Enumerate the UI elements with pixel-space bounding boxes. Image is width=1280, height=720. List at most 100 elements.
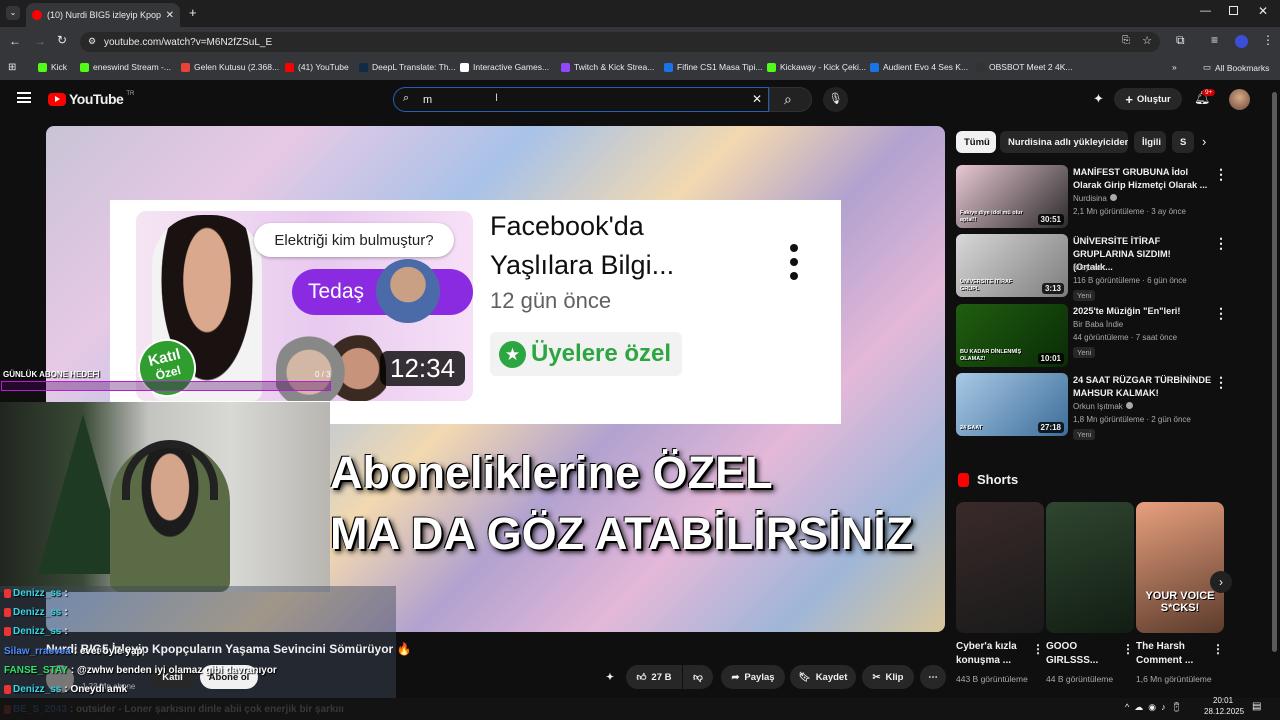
related-channel[interactable]: Bir Baba İndie: [1073, 320, 1123, 329]
bookmark-item[interactable]: (41) YouTube: [285, 62, 349, 72]
microphone-icon: 🎙︎: [828, 93, 843, 105]
chat-username[interactable]: Denizz_ss: [13, 607, 61, 618]
site-info-icon[interactable]: ⚙: [88, 36, 96, 47]
short-more-icon[interactable]: ⋮: [1212, 642, 1224, 656]
extensions-icon[interactable]: ⧉: [1176, 33, 1185, 48]
chat-username[interactable]: Denizz_ss: [13, 588, 61, 599]
voice-search-button[interactable]: 🎙︎: [823, 87, 848, 112]
chat-username[interactable]: FANSE_STAY: [4, 665, 68, 676]
bookmark-item[interactable]: Fifine CS1 Masa Tipi...: [664, 62, 763, 72]
related-title[interactable]: MANİFEST GRUBUNA İdol Olarak Girip Hizme…: [1073, 166, 1213, 192]
chat-username[interactable]: Silaw_rraevea: [4, 646, 71, 657]
maximize-icon[interactable]: [1229, 6, 1238, 15]
bookmark-item[interactable]: eneswind Stream -...: [80, 62, 171, 72]
hamburger-menu-icon[interactable]: [17, 92, 31, 103]
menu-icon[interactable]: ⋮: [1262, 33, 1274, 47]
create-label: Oluştur: [1136, 93, 1171, 105]
chips-next-icon[interactable]: ›: [1202, 134, 1206, 149]
bookmark-star-icon[interactable]: ☆: [1142, 34, 1152, 47]
short-thumbnail[interactable]: [956, 502, 1044, 633]
card-more-icon[interactable]: [788, 244, 800, 280]
dislike-button[interactable]: 👎︎: [683, 665, 713, 689]
short-thumbnail[interactable]: [1046, 502, 1134, 633]
bookmark-item[interactable]: Twitch & Kick Strea...: [561, 62, 654, 72]
share-button[interactable]: ➦ Paylaş: [721, 665, 785, 689]
all-bookmarks-button[interactable]: ▭ All Bookmarks: [1203, 62, 1269, 73]
create-icon[interactable]: ✦: [1093, 91, 1104, 107]
bookmark-item[interactable]: Audient Evo 4 Ses K...: [870, 62, 968, 72]
install-icon[interactable]: ⎘: [1122, 35, 1130, 46]
filter-chip[interactable]: Tümü: [956, 131, 996, 153]
close-tab-icon[interactable]: ✕: [166, 10, 174, 21]
related-more-icon[interactable]: ⋮: [1214, 374, 1228, 391]
related-thumbnail[interactable]: Fakiye diye idol mü olur aptal!! 30:51: [956, 165, 1068, 228]
avatar[interactable]: [1229, 89, 1250, 110]
filter-chip[interactable]: İlgili: [1134, 131, 1166, 153]
short-more-icon[interactable]: ⋮: [1032, 642, 1044, 656]
channel-name: Nurdisina: [1073, 194, 1107, 203]
filter-chip[interactable]: Nurdisina adlı yükleyiciden: [1000, 131, 1128, 153]
short-thumbnail[interactable]: YOUR VOICE S*CKS!: [1136, 502, 1224, 633]
minimize-icon[interactable]: —: [1200, 5, 1211, 17]
bookmark-item[interactable]: Gelen Kutusu (2.368...: [181, 62, 279, 72]
speech-bubble: Elektriği kim bulmuştur?: [254, 223, 454, 257]
short-more-icon[interactable]: ⋮: [1122, 642, 1134, 656]
card-thumbnail: Elektriği kim bulmuştur? Tedaş Katıl Öze…: [131, 211, 473, 404]
apps-icon[interactable]: ⊞: [8, 62, 16, 73]
card-title-2: Yaşlılara Bilgi...: [490, 250, 675, 280]
bookmark-item[interactable]: DeepL Translate: Th...: [359, 62, 456, 72]
members-only-text: Üyelere özel: [531, 340, 672, 367]
profile-icon[interactable]: [1235, 35, 1248, 48]
page-scrollbar[interactable]: [1272, 92, 1277, 652]
reload-icon[interactable]: ↻: [57, 33, 67, 47]
back-icon[interactable]: ←: [9, 34, 21, 48]
video-duration: 30:51: [1037, 214, 1064, 225]
chat-username[interactable]: Denizz_ss: [13, 684, 61, 695]
filter-chip[interactable]: S: [1172, 131, 1194, 153]
clip-button[interactable]: ✂ Klip: [862, 665, 914, 689]
more-actions-button[interactable]: ⋯: [920, 665, 946, 689]
related-thumbnail[interactable]: ÜNİVERSİTE İTİRAF GRUPL 3:13: [956, 234, 1068, 297]
youtube-logo[interactable]: YouTube TR: [48, 91, 134, 107]
related-more-icon[interactable]: ⋮: [1214, 235, 1228, 252]
related-title[interactable]: 24 SAAT RÜZGAR TÜRBİNİNDE MAHSUR KALMAK!: [1073, 374, 1213, 400]
bookmark-item[interactable]: Kickaway - Kick Çeki...: [767, 62, 866, 72]
related-thumbnail[interactable]: 24 SAAT 27:18: [956, 373, 1068, 436]
close-window-icon[interactable]: ✕: [1258, 4, 1268, 18]
related-channel[interactable]: Misyoner: [1073, 263, 1105, 272]
related-meta: 44 görüntüleme · 7 saat önce: [1073, 333, 1178, 342]
related-thumbnail[interactable]: BU KADAR DİNLENMİŞ OLAMAZ! 10:01: [956, 304, 1068, 367]
short-title[interactable]: Cyber'a kızla konuşma ...: [956, 640, 1026, 668]
short-title[interactable]: GOOO GIRLSSS...: [1046, 640, 1116, 668]
search-button[interactable]: ⌕: [769, 87, 812, 112]
chat-username[interactable]: Denizz_ss: [13, 626, 61, 637]
related-more-icon[interactable]: ⋮: [1214, 166, 1228, 183]
forward-icon[interactable]: →: [34, 34, 46, 48]
short-title[interactable]: The Harsh Comment ...: [1136, 640, 1206, 668]
media-icon[interactable]: ≡: [1211, 33, 1218, 47]
like-count: 27 B: [651, 671, 672, 683]
bookmark-item[interactable]: Interactive Games...: [460, 62, 549, 72]
related-channel[interactable]: Nurdisina: [1073, 194, 1117, 203]
create-button[interactable]: + Oluştur: [1114, 88, 1182, 110]
save-button[interactable]: 🔖︎ Kaydet: [790, 665, 856, 689]
bookmark-favicon-icon: [38, 62, 47, 72]
related-more-icon[interactable]: ⋮: [1214, 305, 1228, 322]
active-tab[interactable]: (10) Nurdi BIG5 izleyip Kpopçu ✕: [26, 3, 180, 27]
related-title[interactable]: 2025'te Müziğin "En"leri!: [1073, 305, 1213, 318]
tab-search-button[interactable]: ⌄: [6, 6, 20, 20]
clear-search-icon[interactable]: ✕: [752, 92, 762, 106]
related-channel[interactable]: Orkun Işıtmak: [1073, 402, 1133, 411]
bookmark-label: eneswind Stream -...: [93, 62, 171, 72]
new-tab-icon[interactable]: +: [189, 5, 197, 20]
bookmark-item[interactable]: Kick: [38, 62, 67, 72]
bookmark-item[interactable]: OBSBOT Meet 2 4K...: [976, 62, 1072, 72]
shorts-next-button[interactable]: ›: [1210, 571, 1232, 593]
search-input[interactable]: ⌕ m I ✕: [393, 87, 769, 112]
like-button[interactable]: 👍︎ 27 B: [626, 665, 682, 689]
more-bookmarks-icon[interactable]: »: [1172, 62, 1177, 72]
hype-button[interactable]: ✦: [598, 665, 622, 689]
tray-icons[interactable]: ^☁◉♪🔋︎: [1125, 702, 1187, 713]
notification-center-icon[interactable]: ▤: [1252, 701, 1261, 712]
url-bar[interactable]: ⚙ youtube.com/watch?v=M6N2fZSuL_E ⎘ ☆: [80, 32, 1160, 52]
